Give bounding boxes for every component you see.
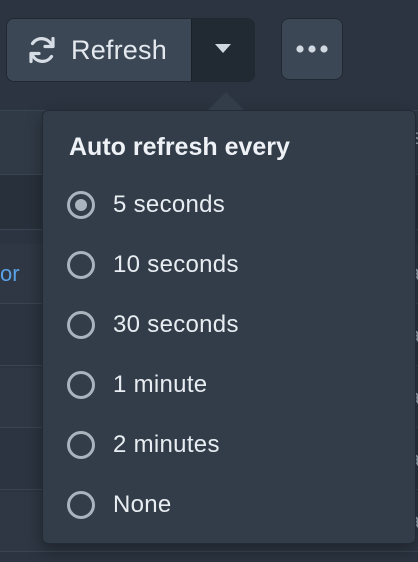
radio-unchecked-icon[interactable]	[67, 311, 95, 339]
option-label: 30 seconds	[113, 311, 239, 338]
popover-title: Auto refresh every	[69, 133, 290, 161]
option-label: 1 minute	[113, 371, 208, 398]
radio-checked-icon[interactable]	[67, 191, 95, 219]
refresh-button[interactable]: Refresh	[7, 19, 191, 81]
popover-arrow	[208, 92, 244, 110]
auto-refresh-option-5-seconds[interactable]: 5 seconds	[63, 179, 393, 231]
refresh-button-label: Refresh	[71, 34, 167, 65]
radio-unchecked-icon[interactable]	[67, 431, 95, 459]
auto-refresh-option-1-minute[interactable]: 1 minute	[63, 359, 393, 411]
refresh-button-group: Refresh	[6, 18, 255, 82]
option-label: 10 seconds	[113, 251, 239, 278]
option-label: 2 minutes	[113, 431, 220, 458]
refresh-icon	[25, 33, 59, 67]
caret-down-icon	[215, 41, 231, 59]
auto-refresh-popover: Auto refresh every 5 seconds 10 seconds …	[42, 110, 416, 544]
row-link-fragment[interactable]: or	[0, 244, 20, 304]
more-options-button[interactable]	[281, 18, 343, 80]
auto-refresh-option-none[interactable]: None	[63, 479, 393, 531]
auto-refresh-option-30-seconds[interactable]: 30 seconds	[63, 299, 393, 351]
radio-unchecked-icon[interactable]	[67, 251, 95, 279]
radio-unchecked-icon[interactable]	[67, 371, 95, 399]
auto-refresh-option-10-seconds[interactable]: 10 seconds	[63, 239, 393, 291]
auto-refresh-option-2-minutes[interactable]: 2 minutes	[63, 419, 393, 471]
more-horizontal-icon	[295, 40, 329, 58]
option-label: 5 seconds	[113, 191, 226, 218]
radio-unchecked-icon[interactable]	[67, 491, 95, 519]
auto-refresh-dropdown-button[interactable]	[191, 19, 254, 81]
option-label: None	[113, 491, 172, 518]
